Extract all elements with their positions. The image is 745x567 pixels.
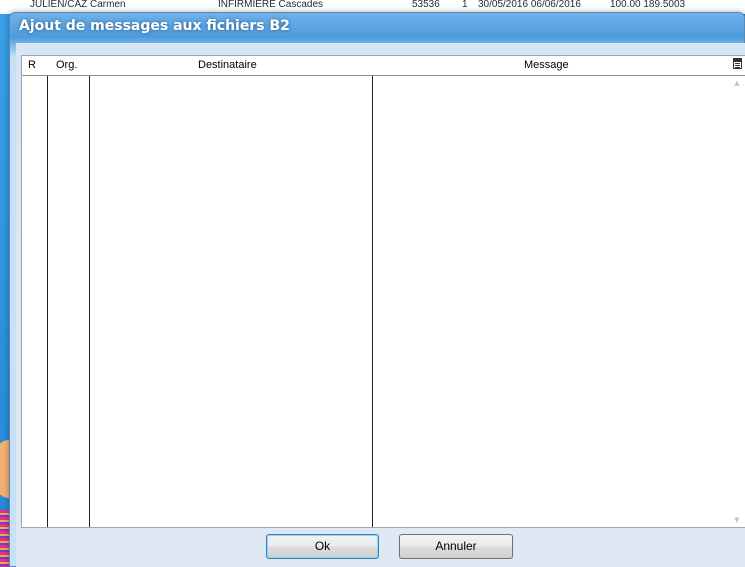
dialog-title-bar[interactable]: Ajout de messages aux fichiers B2 [10, 13, 744, 43]
background-cell-number: 53536 [412, 0, 440, 10]
column-chooser-icon[interactable] [733, 58, 742, 69]
scroll-up-icon[interactable]: ▲ [729, 76, 745, 90]
column-header-message[interactable]: Message [524, 56, 569, 75]
background-cell-name: JULIEN/CAZ Carmen [30, 0, 126, 10]
column-header-destinataire[interactable]: Destinataire [198, 56, 257, 75]
background-cell-profession: INFIRMIERE Cascades [218, 0, 324, 10]
column-divider-destinataire [372, 76, 373, 527]
dialog-title: Ajout de messages aux fichiers B2 [19, 18, 290, 34]
cancel-button[interactable]: Annuler [399, 534, 513, 559]
scroll-down-icon[interactable]: ▼ [729, 513, 745, 527]
messages-grid[interactable]: R Org. Destinataire Message ▲ ▼ [21, 55, 745, 528]
add-messages-dialog: Ajout de messages aux fichiers B2 R Org.… [9, 12, 745, 567]
column-header-r[interactable]: R [28, 56, 36, 75]
column-divider-r [47, 76, 48, 527]
dialog-client-area: R Org. Destinataire Message ▲ ▼ Ok Annul… [16, 43, 745, 567]
background-cell-count: 1 [462, 0, 468, 10]
ok-button[interactable]: Ok [266, 534, 379, 559]
background-cell-amounts: 100.00 189.5003 [610, 0, 686, 10]
column-header-org[interactable]: Org. [56, 56, 77, 75]
vertical-scrollbar[interactable]: ▲ ▼ [729, 76, 745, 527]
background-cell-dates: 30/05/2016 06/06/2016 [478, 0, 581, 10]
grid-header: R Org. Destinataire Message [22, 56, 745, 76]
column-divider-org [89, 76, 90, 527]
